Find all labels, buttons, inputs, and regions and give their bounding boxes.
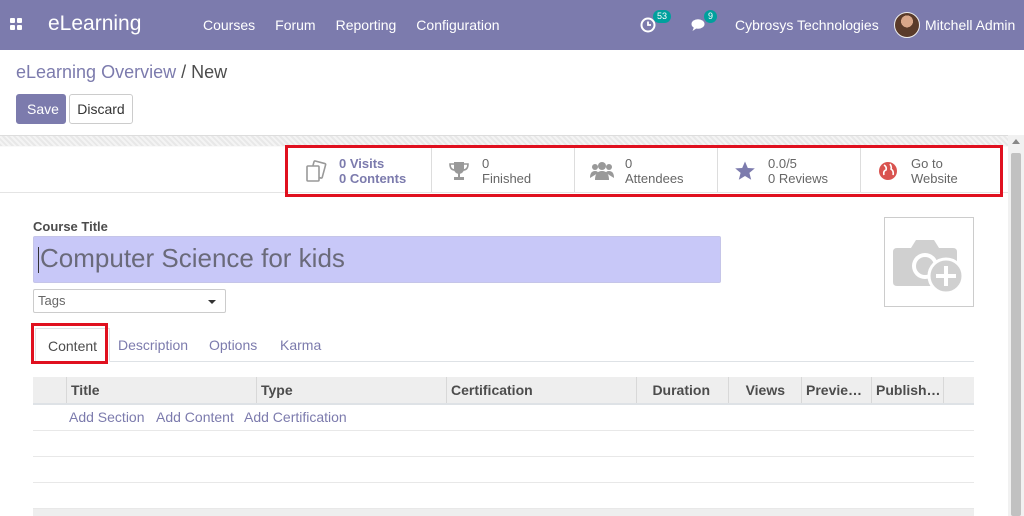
users-icon (589, 158, 615, 184)
course-image-upload[interactable] (884, 217, 974, 307)
add-content-link[interactable]: Add Content (156, 409, 234, 425)
save-button[interactable]: Save (16, 94, 66, 124)
stat-finished-label: Finished (482, 170, 532, 186)
company-switcher[interactable]: Cybrosys Technologies (735, 17, 879, 33)
tags-field[interactable]: Tags (33, 289, 226, 313)
table-footer (33, 509, 974, 516)
stat-visits-value: 0 Visits (339, 155, 385, 171)
column-views[interactable]: Views (728, 377, 801, 403)
globe-icon (875, 158, 901, 184)
main-menu: Courses Forum Reporting Configuration (203, 17, 520, 33)
menu-forum[interactable]: Forum (275, 17, 315, 33)
column-duration[interactable]: Duration (636, 377, 728, 403)
table-row (33, 457, 974, 483)
tags-placeholder: Tags (38, 293, 66, 308)
scrollbar-thumb[interactable] (1011, 153, 1021, 516)
discard-button[interactable]: Discard (69, 94, 133, 124)
messages-button[interactable]: 9 (691, 10, 718, 37)
breadcrumb-current: New (191, 62, 228, 82)
documents-icon (303, 158, 329, 184)
scroll-up-icon[interactable] (1012, 139, 1020, 144)
breadcrumb: eLearning Overview / New (16, 62, 227, 83)
app-name[interactable]: eLearning (48, 12, 141, 36)
breadcrumb-separator: / (176, 62, 192, 82)
user-avatar[interactable] (894, 12, 920, 38)
table-row (33, 483, 974, 509)
menu-configuration[interactable]: Configuration (416, 17, 499, 33)
menu-reporting[interactable]: Reporting (336, 17, 397, 33)
user-menu[interactable]: Mitchell Admin (925, 17, 1015, 33)
column-optional-toggle[interactable] (943, 377, 974, 403)
tab-content[interactable]: Content (35, 328, 111, 362)
stat-reviews-label: 0 Reviews (768, 170, 828, 186)
tab-description[interactable]: Description (118, 328, 188, 362)
website-value: Go to (911, 155, 943, 171)
vertical-scrollbar[interactable] (1008, 135, 1024, 516)
sheet-divider (0, 192, 1008, 193)
table-header: Title Type Certification Duration Views … (33, 377, 974, 405)
stat-reviews-button[interactable]: 0.0/5 0 Reviews (717, 148, 860, 193)
table-row (33, 431, 974, 457)
stat-attendees-label: Attendees (625, 170, 684, 186)
stat-attendees-button[interactable]: 0 Attendees (574, 148, 717, 193)
text-caret (38, 247, 39, 274)
column-certification[interactable]: Certification (446, 377, 636, 403)
column-preview[interactable]: Previe… (801, 377, 871, 403)
add-certification-link[interactable]: Add Certification (244, 409, 347, 425)
website-label: Website (911, 170, 958, 186)
stat-attendees-value: 0 (625, 155, 633, 171)
add-section-link[interactable]: Add Section (69, 409, 145, 425)
top-navbar: eLearning Courses Forum Reporting Config… (0, 0, 1024, 50)
stat-finished-button[interactable]: 0 Finished (431, 148, 574, 193)
go-to-website-button[interactable]: Go to Website (860, 148, 1003, 193)
messages-badge: 9 (704, 10, 718, 23)
stat-button-box: 0 Visits 0 Contents 0 Finished 0 Attendees (289, 148, 1003, 193)
add-line-row: Add Section Add Content Add Certificatio… (33, 405, 974, 431)
course-title-value: Computer Science for kids (40, 243, 345, 273)
stat-visits-button[interactable]: 0 Visits 0 Contents (289, 148, 431, 193)
breadcrumb-parent[interactable]: eLearning Overview (16, 62, 176, 82)
tab-options[interactable]: Options (209, 328, 257, 362)
stat-finished-value: 0 (482, 155, 490, 171)
camera-plus-icon (893, 240, 965, 295)
column-type[interactable]: Type (256, 377, 446, 403)
trophy-icon (446, 158, 472, 184)
course-title-label: Course Title (33, 219, 108, 234)
activity-button[interactable]: 53 (640, 10, 672, 37)
stat-contents-label: 0 Contents (339, 170, 407, 186)
apps-menu-icon[interactable] (10, 18, 23, 31)
stat-rating-value: 0.0/5 (768, 155, 797, 171)
tab-karma[interactable]: Karma (280, 328, 321, 362)
column-published[interactable]: Publish… (871, 377, 943, 403)
menu-courses[interactable]: Courses (203, 17, 255, 33)
activity-badge: 53 (653, 10, 672, 23)
course-title-input[interactable]: Computer Science for kids (33, 236, 721, 283)
notebook-tabs: Content Description Options Karma (33, 328, 974, 362)
chevron-down-icon[interactable] (208, 300, 216, 304)
column-title[interactable]: Title (66, 377, 256, 403)
star-icon (732, 158, 758, 184)
